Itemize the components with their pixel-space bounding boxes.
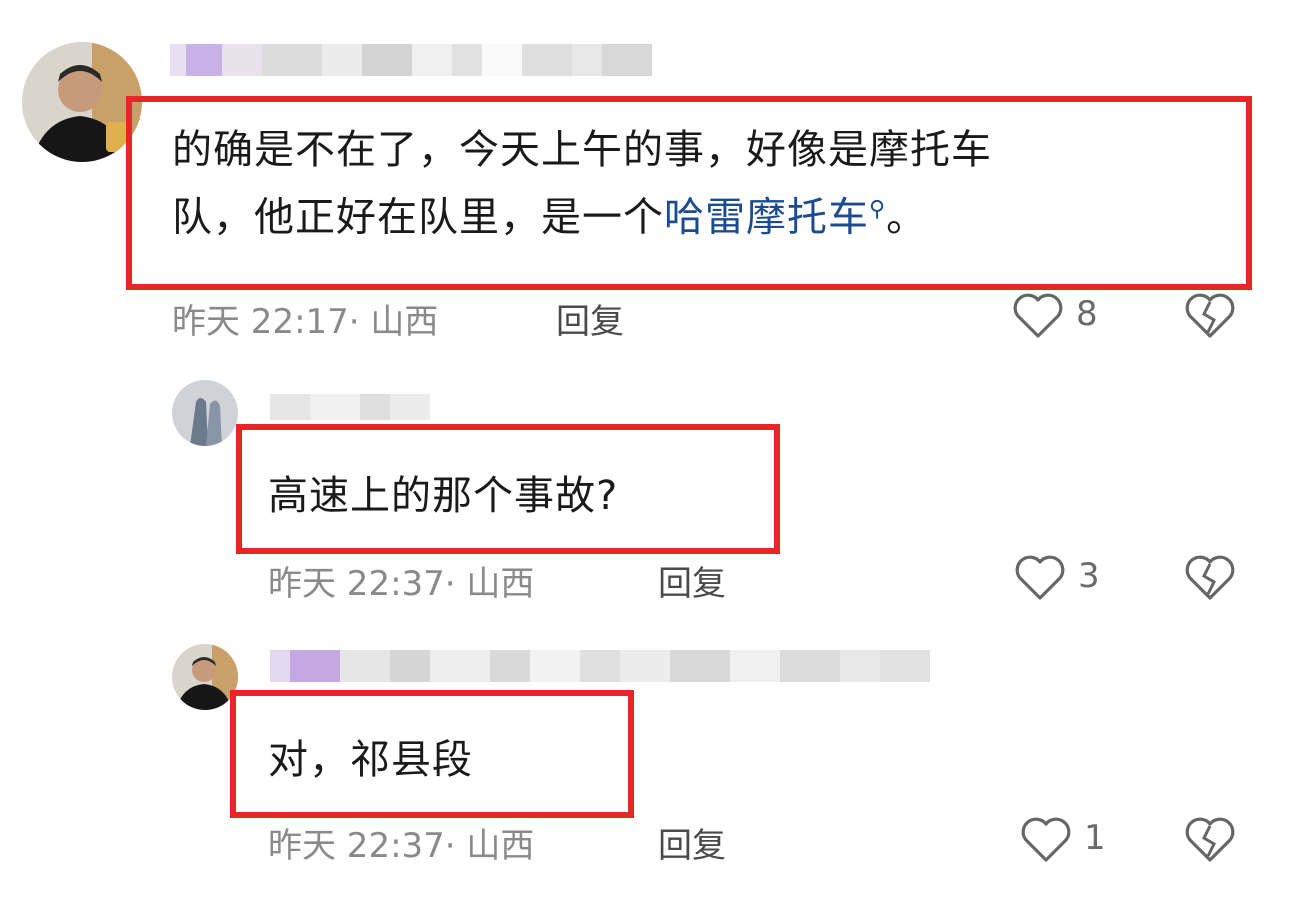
comment-text: 对，祁县段 <box>268 737 473 783</box>
dislike-broken-heart-icon[interactable] <box>1184 816 1236 868</box>
comment-timestamp: 昨天 22:37· 山西 <box>268 826 535 866</box>
comment-text: 的确是不在了，今天上午的事，好像是摩托车 队，他正好在队里，是一个哈雷摩托车⚲。 <box>172 120 992 247</box>
search-icon[interactable]: ⚲ <box>869 197 886 222</box>
dislike-broken-heart-icon[interactable] <box>1184 554 1236 606</box>
reply-button[interactable]: 回复 <box>658 818 726 867</box>
comment-text-line-2: 队，他正好在队里，是一个哈雷摩托车⚲。 <box>172 180 992 247</box>
like-count: 3 <box>1078 556 1100 596</box>
username-blurred <box>170 44 690 76</box>
like-count: 1 <box>1084 818 1106 858</box>
comment-timestamp: 昨天 22:37· 山西 <box>268 564 535 604</box>
comment-text-line-1: 的确是不在了，今天上午的事，好像是摩托车 <box>172 127 992 173</box>
reply-button[interactable]: 回复 <box>556 294 624 343</box>
reply-button[interactable]: 回复 <box>658 556 726 605</box>
username-blurred <box>270 650 1010 682</box>
comment-text-line-2-suffix: 。 <box>886 194 928 241</box>
like-heart-icon[interactable] <box>1012 292 1064 344</box>
avatar[interactable] <box>172 644 238 710</box>
comment-timestamp: 昨天 22:17· 山西 <box>172 302 439 342</box>
search-link[interactable]: 哈雷摩托车 <box>664 194 869 240</box>
dislike-broken-heart-icon[interactable] <box>1184 292 1236 344</box>
like-heart-icon[interactable] <box>1020 816 1072 868</box>
comment-text: 高速上的那个事故? <box>268 473 619 519</box>
username-blurred <box>270 394 430 420</box>
like-count: 8 <box>1076 294 1098 334</box>
comment-text-line-2-prefix: 队，他正好在队里，是一个 <box>172 194 664 241</box>
like-heart-icon[interactable] <box>1014 554 1066 606</box>
avatar[interactable] <box>22 42 142 162</box>
avatar[interactable] <box>172 380 238 446</box>
